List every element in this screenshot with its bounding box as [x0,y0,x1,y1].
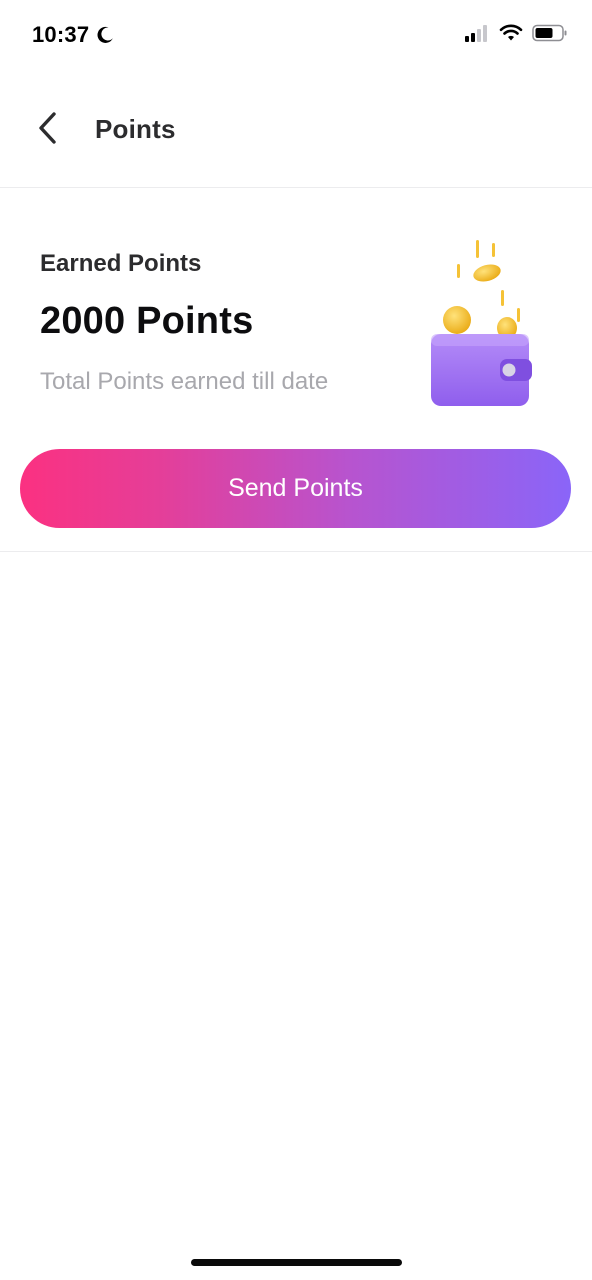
points-card: Earned Points 2000 Points Total Points e… [0,188,592,552]
status-time: 10:37 [32,22,115,48]
earned-points-label: Earned Points [40,250,202,277]
status-icons [464,24,568,42]
app-header: Points [0,72,592,188]
chevron-left-icon [39,112,56,144]
wifi-icon [499,24,523,41]
signal-icon [465,25,487,42]
points-value: 2000 Points [40,300,254,342]
points-subtitle: Total Points earned till date [40,368,329,395]
status-time-text: 10:37 [32,22,90,47]
send-points-button[interactable]: Send Points [20,449,571,528]
battery-icon [532,24,567,42]
moon-icon [97,26,114,43]
status-bar: 10:37 [0,0,592,72]
page-title: Points [95,114,176,144]
home-indicator [191,1259,402,1266]
back-button[interactable] [28,108,68,148]
wallet-coins-icon [431,240,532,406]
